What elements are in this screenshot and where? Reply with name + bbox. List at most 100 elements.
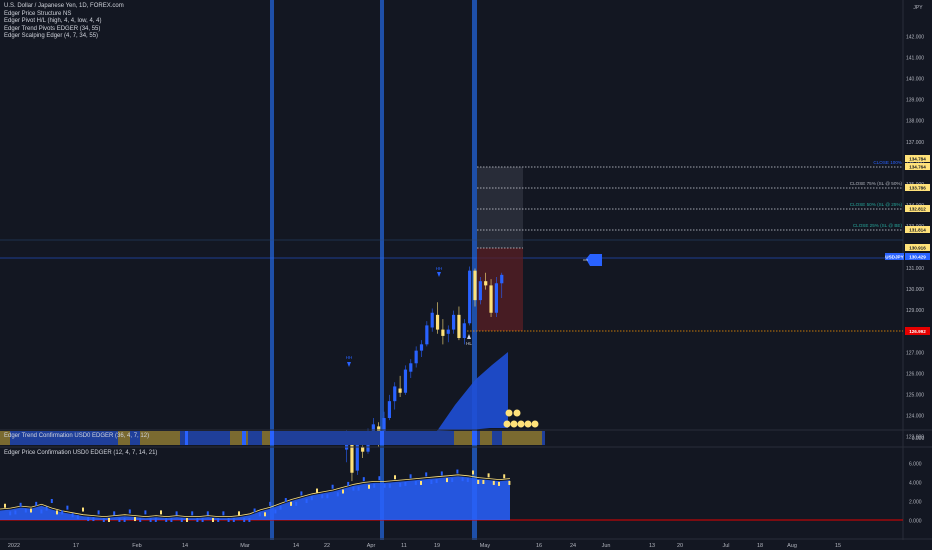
candle-body: [457, 314, 461, 339]
candle-body: [435, 314, 440, 330]
candle-body: [425, 325, 429, 345]
chart-title[interactable]: U.S. Dollar / Japanese Yen, 1D, FOREX.co…: [4, 3, 124, 11]
osc-bar: [420, 480, 422, 485]
candle-body: [494, 283, 498, 313]
candle-body: [452, 314, 456, 330]
osc-bar: [498, 481, 500, 486]
osc-bar: [326, 494, 329, 499]
candle-body: [473, 270, 477, 301]
indicator-pivot-hl[interactable]: Edger Pivot H/L (high, 4, 4, low, 4, 4): [4, 18, 124, 26]
candle-body: [441, 329, 445, 336]
price-axis-label: 127.000: [906, 350, 924, 356]
indicator-trend-pivots[interactable]: Edger Trend Pivots EDGER (34, 55): [4, 26, 124, 34]
indicator-scalping[interactable]: Edger Scalping Edger (4, 7, 34, 55): [4, 33, 124, 41]
osc-bar: [113, 511, 116, 516]
price-axis-label: 125.000: [906, 392, 924, 398]
osc-bar: [108, 518, 110, 522]
trend-strip-bull: [270, 431, 274, 445]
chart-background: [0, 0, 932, 550]
osc-bar: [347, 481, 350, 486]
osc-bar: [258, 512, 261, 517]
osc-bar: [175, 511, 178, 516]
trend-strip-bear: [502, 431, 542, 445]
price-pane-title[interactable]: Edger Price Confirmation USD0 EDGER (12,…: [4, 450, 157, 456]
osc-bar: [19, 502, 22, 507]
time-axis-label: Feb: [132, 543, 141, 549]
osc-bar: [508, 480, 511, 485]
indicator-price-structure[interactable]: Edger Price Structure NS: [4, 11, 124, 19]
pivot-low-label: HL: [466, 341, 472, 346]
time-axis-label: Jul: [722, 543, 729, 549]
osc-bar: [451, 478, 454, 483]
time-axis-label: Jun: [602, 543, 611, 549]
signal-face-icon: [510, 420, 518, 428]
entry-tag-text: 130.916: [909, 245, 926, 250]
target-zone: [477, 167, 523, 248]
session-band: [472, 0, 477, 540]
osc-bar: [388, 483, 391, 488]
chart-canvas[interactable]: 142.000141.000140.000139.000138.000137.0…: [0, 0, 932, 550]
osc-bar: [409, 474, 412, 479]
osc-bar: [482, 480, 485, 484]
osc-bar: [170, 518, 173, 522]
osc-bar: [165, 518, 168, 522]
close100-label: CLOSE 100%: [873, 160, 902, 165]
osc-bar: [4, 503, 6, 508]
time-axis-label: 20: [677, 543, 683, 549]
candle-body: [419, 344, 424, 351]
osc-bar: [24, 508, 27, 513]
osc-bar: [383, 483, 386, 488]
osc-bar: [9, 511, 12, 516]
price-axis-label: 129.000: [906, 308, 924, 314]
osc-bar: [139, 518, 142, 522]
osc-bar: [414, 480, 417, 485]
signal-face-icon: [531, 420, 539, 428]
candle-body: [484, 281, 488, 286]
time-axis-label: 15: [835, 543, 841, 549]
osc-bar: [425, 472, 428, 477]
osc-bar: [92, 517, 95, 522]
trend-strip-bear: [480, 431, 492, 445]
osc-bar: [82, 507, 84, 512]
time-axis-label: 13: [649, 543, 655, 549]
lower-axis-label: 0.000: [909, 519, 922, 525]
osc-bar: [342, 489, 344, 494]
close50-label: CLOSE 50% (SL @ 25%): [850, 202, 903, 207]
pivot-high-label-2: HH: [436, 266, 443, 271]
osc-bar: [248, 518, 251, 522]
osc-bar: [212, 518, 214, 522]
symbol-tag-text: USDJPY: [885, 254, 903, 259]
osc-bar: [154, 518, 157, 522]
candle-body: [462, 323, 466, 339]
close25-label: CLOSE 25% (SL @ BE): [853, 223, 903, 228]
signal-face-icon: [505, 409, 513, 417]
osc-bar: [284, 498, 287, 503]
candle-body: [489, 285, 493, 313]
price-axis-label: 138.000: [906, 119, 924, 125]
osc-bar: [472, 470, 474, 475]
osc-bar: [321, 494, 324, 499]
candle-body: [398, 388, 402, 393]
price-axis-label: 130.000: [906, 287, 924, 293]
trend-pane-title[interactable]: Edger Trend Confirmation USD0 EDGER (36,…: [4, 433, 149, 439]
osc-bar: [446, 478, 448, 483]
candle-body: [403, 369, 408, 393]
osc-bar: [180, 518, 183, 522]
close75-tag-text: 133.786: [909, 185, 926, 190]
osc-bar: [160, 510, 162, 515]
signal-face-icon: [503, 420, 511, 428]
osc-bar: [461, 477, 464, 482]
osc-bar: [487, 473, 490, 478]
osc-bar: [300, 491, 303, 496]
signal-face-icon: [517, 420, 525, 428]
osc-bar: [492, 480, 495, 485]
lower-axis-label: 4.000: [909, 481, 922, 487]
time-axis-label: 19: [434, 543, 440, 549]
osc-bar: [456, 469, 459, 474]
osc-bar: [243, 518, 246, 522]
time-axis-label: 14: [182, 543, 188, 549]
osc-bar: [316, 488, 318, 493]
osc-bar: [61, 510, 64, 515]
osc-bar: [144, 510, 147, 515]
osc-bar: [336, 492, 339, 497]
